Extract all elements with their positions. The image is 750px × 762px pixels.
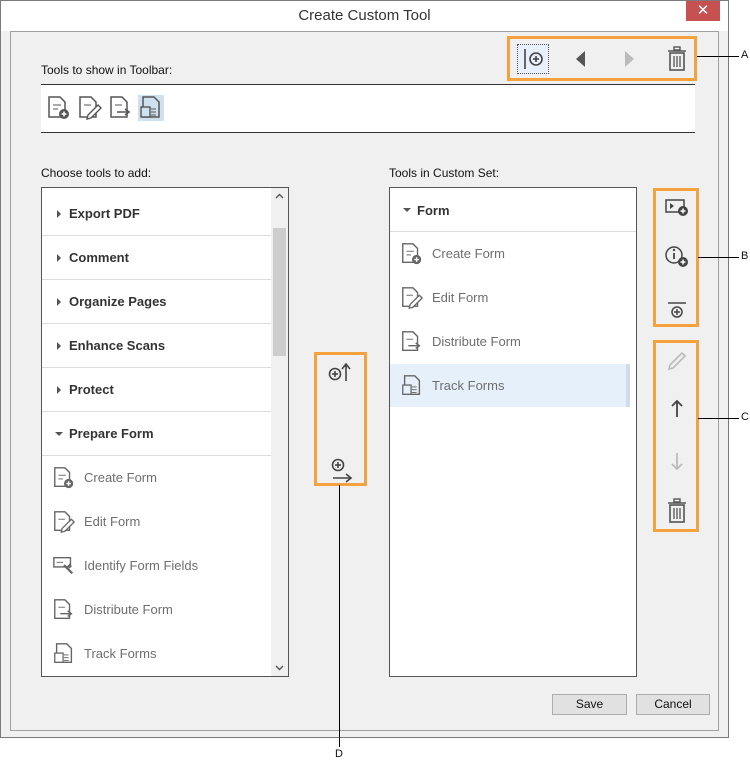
callout-b: B bbox=[741, 250, 749, 262]
custom-category-form[interactable]: Form bbox=[390, 188, 636, 232]
toolbar-label: Tools to show in Toolbar: bbox=[41, 63, 173, 77]
callout-line-b bbox=[698, 257, 739, 258]
toolbar-distribute-form-icon[interactable] bbox=[108, 95, 134, 121]
edit-form-icon bbox=[54, 511, 76, 534]
scroll-down-icon[interactable] bbox=[275, 665, 284, 671]
move-up-button[interactable] bbox=[665, 397, 689, 421]
custom-set-label: Tools in Custom Set: bbox=[389, 166, 500, 180]
tool-identify-form-fields[interactable]: Identify Form Fields bbox=[42, 544, 271, 588]
create-form-icon bbox=[402, 243, 422, 265]
custom-tool-create-form[interactable]: Create Form bbox=[390, 232, 619, 276]
custom-tool-track-forms-selected[interactable]: Track Forms bbox=[390, 364, 630, 407]
tool-create-form[interactable]: Create Form bbox=[42, 456, 271, 500]
move-left-button[interactable] bbox=[569, 46, 593, 72]
scrollbar[interactable] bbox=[271, 188, 288, 676]
close-button[interactable]: ✕ bbox=[686, 1, 720, 21]
category-organize-pages[interactable]: Organize Pages bbox=[42, 280, 271, 324]
rename-button[interactable] bbox=[665, 346, 689, 372]
custom-set-list[interactable]: Form Create Form Edit Form Distribute Fo… bbox=[389, 187, 637, 677]
track-forms-icon bbox=[54, 643, 73, 663]
move-right-button[interactable] bbox=[617, 46, 641, 72]
add-up-icon bbox=[328, 362, 351, 381]
toolbar-edit-form-icon[interactable] bbox=[77, 95, 103, 121]
category-protect[interactable]: Protect bbox=[42, 368, 271, 412]
add-right-icon bbox=[331, 458, 353, 483]
expand-icon bbox=[57, 298, 61, 306]
pencil-icon bbox=[667, 351, 687, 371]
custom-tool-edit-form[interactable]: Edit Form bbox=[390, 276, 619, 320]
add-menu-icon bbox=[665, 199, 688, 216]
category-prepare-form[interactable]: Prepare Form bbox=[42, 412, 271, 456]
tool-distribute-form[interactable]: Distribute Form bbox=[42, 588, 271, 632]
identify-fields-icon bbox=[53, 557, 74, 575]
callout-d: D bbox=[335, 748, 343, 760]
add-divider-icon bbox=[668, 302, 686, 318]
scroll-up-icon[interactable] bbox=[275, 193, 284, 199]
add-separator-icon bbox=[524, 49, 543, 69]
move-down-button[interactable] bbox=[665, 449, 689, 473]
dialog-title: Create Custom Tool bbox=[298, 7, 431, 24]
toolbar-create-form-icon[interactable] bbox=[46, 95, 72, 121]
tool-track-forms[interactable]: Track Forms bbox=[42, 632, 271, 676]
expand-icon bbox=[57, 342, 61, 350]
distribute-form-icon bbox=[402, 331, 421, 351]
move-right-icon bbox=[625, 51, 634, 67]
arrow-down-icon bbox=[671, 453, 683, 471]
expand-icon bbox=[57, 254, 61, 262]
scroll-thumb[interactable] bbox=[273, 228, 286, 356]
tool-edit-form[interactable]: Edit Form bbox=[42, 500, 271, 544]
track-forms-icon bbox=[402, 375, 421, 395]
collapse-icon bbox=[403, 208, 411, 212]
delete-icon bbox=[668, 498, 686, 523]
info-add-icon bbox=[665, 246, 688, 267]
callout-c: C bbox=[741, 411, 749, 423]
add-separator-button[interactable] bbox=[517, 44, 549, 74]
edit-form-icon bbox=[402, 287, 424, 310]
callout-line-a bbox=[697, 56, 739, 57]
callout-line-d bbox=[339, 485, 340, 747]
toolbar-preview bbox=[41, 84, 695, 133]
choose-tools-label: Choose tools to add: bbox=[41, 166, 152, 180]
distribute-form-icon bbox=[54, 599, 73, 619]
toolbar-track-forms-icon[interactable] bbox=[138, 95, 164, 121]
arrow-up-icon bbox=[671, 399, 683, 417]
custom-tool-distribute-form[interactable]: Distribute Form bbox=[390, 320, 619, 364]
callout-a: A bbox=[741, 49, 749, 61]
expand-icon bbox=[57, 386, 61, 394]
delete-icon bbox=[668, 46, 686, 71]
add-label-button[interactable] bbox=[663, 244, 691, 270]
delete-custom-button[interactable] bbox=[665, 497, 689, 525]
move-left-icon bbox=[576, 51, 585, 67]
delete-toolbar-button[interactable] bbox=[665, 45, 689, 73]
expand-icon bbox=[57, 210, 61, 218]
category-enhance-scans[interactable]: Enhance Scans bbox=[42, 324, 271, 368]
title-bar: Create Custom Tool ✕ bbox=[1, 1, 728, 31]
create-form-icon bbox=[54, 467, 74, 489]
add-to-custom-set-button[interactable] bbox=[329, 457, 355, 483]
add-divider-button[interactable] bbox=[663, 297, 691, 323]
save-button[interactable]: Save bbox=[552, 694, 627, 715]
dialog-window: Create Custom Tool ✕ Tools to show in To… bbox=[0, 0, 729, 738]
category-comment[interactable]: Comment bbox=[42, 236, 271, 280]
callout-line-c bbox=[698, 418, 739, 419]
category-export-pdf[interactable]: Export PDF bbox=[42, 192, 271, 236]
cancel-button[interactable]: Cancel bbox=[636, 694, 710, 715]
add-to-toolbar-button[interactable] bbox=[327, 361, 353, 385]
collapse-icon bbox=[55, 432, 63, 436]
choose-tools-list[interactable]: Export PDF Comment Organize Pages Enhanc… bbox=[41, 187, 289, 677]
add-menu-button[interactable] bbox=[663, 195, 691, 219]
